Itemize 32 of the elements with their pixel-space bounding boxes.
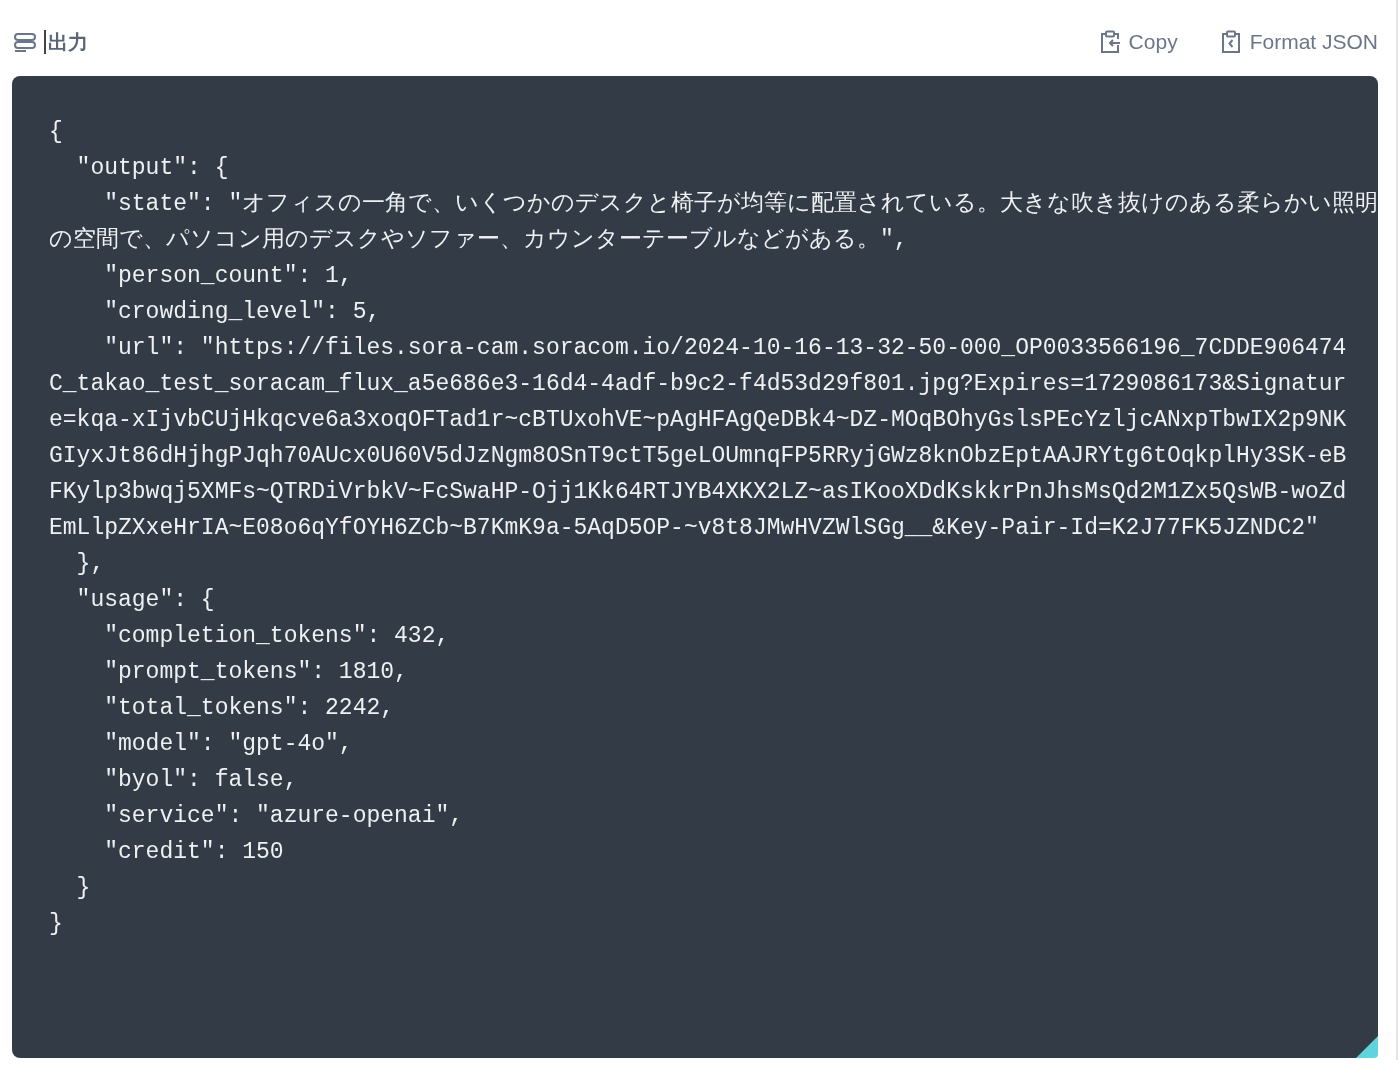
code-line: GIyxJt86dHjhgPJqh70AUcx0U60V5dJzNgm8OSnT9ctT5geLOUmnqFP5RRyjGWz8knObzEptAAJRYtg6tOqkplHy3SK-eB	[49, 442, 1348, 471]
code-line: "output": {	[75, 154, 230, 183]
code-line: の空間で、パソコン用のデスクやソファー、カウンターテーブルなどがある。",	[49, 225, 909, 255]
copy-button[interactable]: Copy	[1098, 30, 1178, 54]
code-line: },	[75, 550, 106, 579]
code-line: "service": "azure-openai",	[103, 802, 465, 831]
resize-handle-icon[interactable]	[1356, 1036, 1378, 1058]
code-line: {	[49, 118, 64, 147]
code-line: "prompt_tokens": 1810,	[103, 658, 409, 687]
clipboard-arrow-icon	[1098, 30, 1121, 54]
code-line: EmLlpZXxeHrIA~E08o6qYfOYH6ZCb~B7KmK9a-5AqD5OP-~v8t8JMwHVZWlSGg__&Key-Pair-Id=K2J77FK5JZNDC2"	[49, 514, 1320, 543]
text-cursor	[44, 30, 46, 54]
code-line: "url": "https://files.sora-cam.soracom.io/2024-10-16-13-32-50-000_OP0033566196_7CDDE906474	[103, 334, 1348, 363]
code-line: }	[75, 874, 92, 903]
code-line: "person_count": 1,	[103, 262, 354, 291]
section-title: 出力	[47, 28, 88, 56]
code-line: "completion_tokens": 432,	[103, 622, 451, 651]
code-line: C_takao_test_soracam_flux_a5e686e3-16d4-4adf-b9c2-f4d53d29f801.jpg?Expires=1729086173&Signatur	[49, 370, 1348, 399]
code-line: "total_tokens": 2242,	[103, 694, 396, 723]
code-line: "usage": {	[75, 586, 216, 615]
code-editor[interactable]	[12, 76, 1378, 1058]
code-line: "state": "オフィスの一角で、いくつかのデスクと椅子が均等に配置されている。大きな吹き抜けのある柔らかい照明	[103, 190, 1378, 219]
code-line: "credit": 150	[103, 838, 285, 867]
clipboard-icon	[1219, 30, 1242, 54]
code-line: "crowding_level": 5,	[103, 298, 382, 327]
code-line: "model": "gpt-4o",	[103, 730, 354, 759]
code-line: FKylp3bwqj5XMFs~QTRDiVrbkV~FcSwaHP-Ojj1Kk64RTJYB4XKX2LZ~asIKooXDdKskkrPnJhsMsQd2M1Zx5QsWB-woZd	[49, 478, 1348, 507]
code-line: e=kqa-xIjvbCUjHkqcve6a3xoqOFTad1r~cBTUxohVE~pAgHFAgQeDBk4~DZ-MOqBOhyGslsPEcYzljcANxpTbwIX2p9NK	[49, 406, 1348, 435]
code-line: "byol": false,	[103, 766, 299, 795]
code-line: }	[49, 910, 64, 939]
format-json-button[interactable]: Format JSON	[1219, 30, 1378, 54]
output-lines-icon	[14, 32, 36, 52]
